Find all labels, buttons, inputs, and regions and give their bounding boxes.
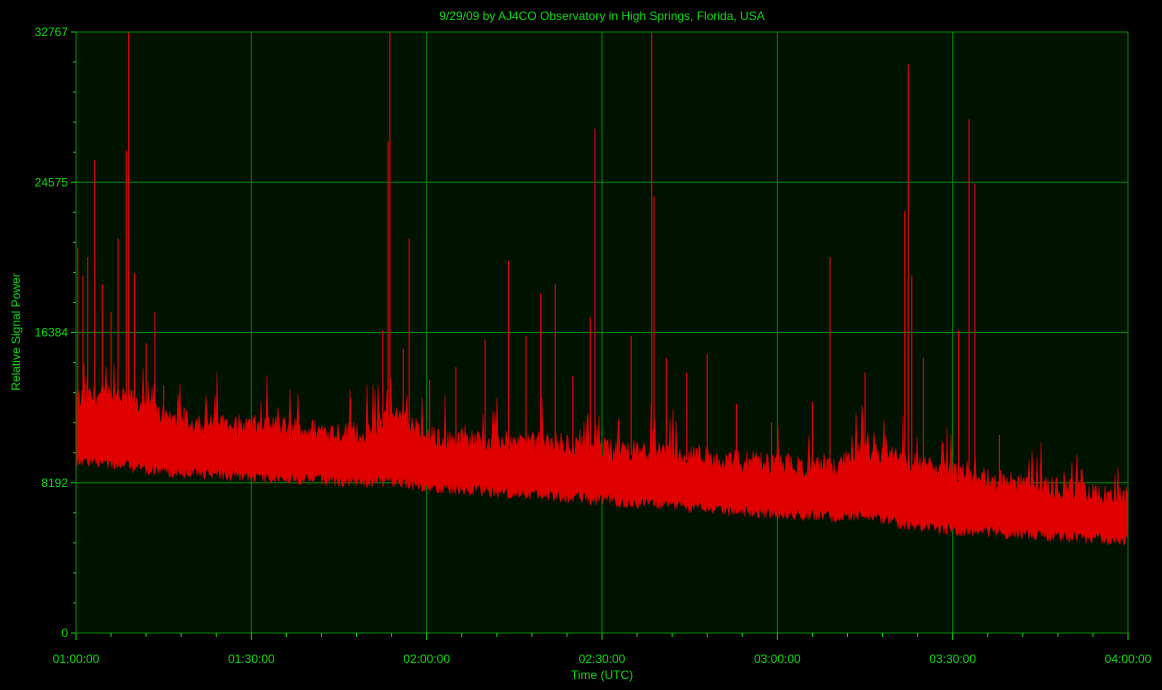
x-axis: 01:00:00 01:30:00 02:00:00 02:30:00 03:00:00… (53, 633, 1152, 666)
x-tick-label: 04:00:00 (1105, 652, 1152, 666)
chart: 9/29/09 by AJ4CO Observatory in High Spr… (9, 9, 1152, 682)
x-tick-label: 01:30:00 (228, 652, 275, 666)
y-tick-label: 32767 (35, 25, 69, 39)
x-tick-label: 03:00:00 (754, 652, 801, 666)
x-axis-label: Time (UTC) (571, 668, 633, 682)
y-tick-label: 16384 (35, 326, 69, 340)
x-tick-label: 02:00:00 (403, 652, 450, 666)
x-tick-label: 03:30:00 (929, 652, 976, 666)
y-axis-label: Relative Signal Power (9, 273, 23, 390)
y-tick-label: 24575 (35, 175, 69, 189)
chart-title: 9/29/09 by AJ4CO Observatory in High Spr… (439, 9, 764, 23)
y-tick-label: 0 (61, 626, 68, 640)
y-tick-label: 8192 (41, 476, 68, 490)
x-tick-label: 02:30:00 (579, 652, 626, 666)
y-axis: 0 8192 16384 24575 32767 (35, 25, 76, 640)
x-tick-label: 01:00:00 (53, 652, 100, 666)
